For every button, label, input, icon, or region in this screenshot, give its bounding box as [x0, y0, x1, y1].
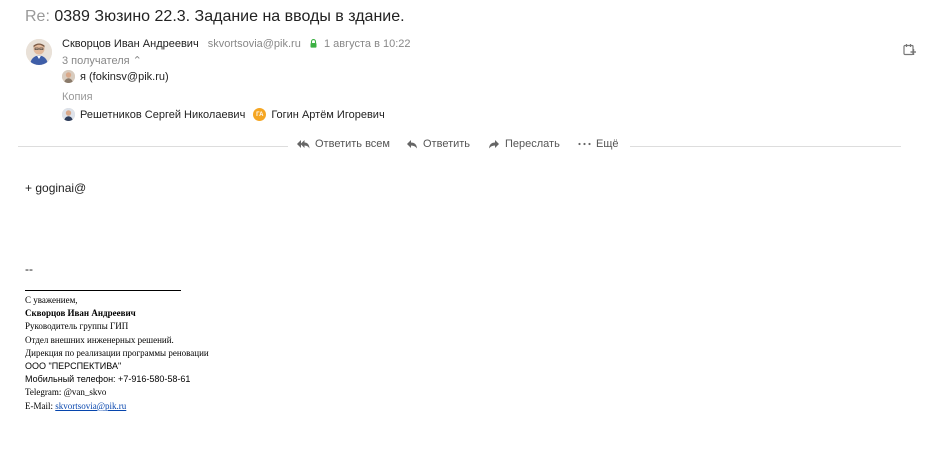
sender-avatar[interactable]	[26, 39, 52, 65]
sender-name[interactable]: Скворцов Иван Андреевич	[62, 38, 199, 50]
recipients-toggle[interactable]: 3 получателя ⌃	[62, 54, 142, 67]
message-body-text: + goginai@	[25, 181, 87, 195]
forward-button[interactable]: Переслать	[484, 138, 564, 150]
sender-line: Скворцов Иван Андреевич skvortsovia@pik.…	[62, 38, 411, 51]
to-recipient[interactable]: я (fokinsv@pik.ru)	[62, 70, 169, 83]
recipient-avatar-icon	[62, 108, 75, 121]
sender-email[interactable]: skvortsovia@pik.ru	[208, 38, 301, 50]
signature-greeting: С уважением,	[25, 295, 78, 305]
cc-recipient[interactable]: Решетников Сергей Николаевич	[62, 108, 245, 121]
message-date: 1 августа в 10:22	[323, 38, 411, 50]
cc-recipient-name: Решетников Сергей Николаевич	[80, 108, 246, 121]
signature: С уважением, Скворцов Иван Андреевич Рук…	[25, 294, 209, 413]
signature-company: ООО "ПЕРСПЕКТИВА"	[25, 361, 122, 372]
forward-label: Переслать	[505, 138, 560, 150]
cc-recipients: Решетников Сергей Николаевич ГА Гогин Ар…	[62, 108, 393, 121]
reply-button[interactable]: Ответить	[402, 138, 475, 150]
signature-telegram: Telegram: @van_skvo	[25, 387, 107, 398]
signature-email-label: E-Mail:	[25, 400, 56, 411]
to-recipient-label: я (fokinsv@pik.ru)	[80, 70, 169, 83]
reply-all-label: Ответить всем	[315, 138, 390, 150]
reply-label: Ответить	[423, 138, 471, 150]
subject-prefix: Re:	[25, 8, 50, 25]
signature-separator: --	[25, 262, 33, 276]
signature-name: Скворцов Иван Андреевич	[25, 308, 136, 319]
reply-all-button[interactable]: Ответить всем	[292, 138, 394, 150]
person-avatar-icon	[26, 39, 52, 65]
more-button[interactable]: Ещё	[574, 138, 623, 150]
recipient-avatar-icon	[62, 70, 75, 83]
reply-all-icon	[297, 140, 310, 149]
signature-directorate: Дирекция по реализации программы реновац…	[25, 347, 209, 358]
cc-recipient[interactable]: ГА Гогин Артём Игоревич	[253, 108, 385, 121]
subject-text: 0389 Зюзино 22.3. Задание на вводы в зда…	[54, 8, 405, 25]
signature-position: Руководитель группы ГИП	[25, 321, 129, 332]
lock-icon	[310, 39, 317, 51]
signature-email-link[interactable]: skvortsovia@pik.ru	[55, 401, 126, 411]
more-label: Ещё	[596, 138, 619, 150]
cc-label: Копия	[62, 91, 93, 103]
add-to-calendar-icon[interactable]	[903, 43, 916, 61]
signature-mobile: Мобильный телефон: +7-916-580-58-61	[25, 374, 191, 385]
initials-avatar: ГА	[253, 108, 267, 121]
message-actions-bar: Ответить всем Ответить Переслать Ещё	[0, 138, 938, 154]
cc-recipient-name: Гогин Артём Игоревич	[271, 108, 385, 121]
signature-rule	[25, 290, 181, 291]
more-icon	[578, 142, 591, 146]
email-subject: Re: 0389 Зюзино 22.3. Задание на вводы в…	[25, 8, 405, 26]
signature-email-line: E-Mail: skvortsovia@pik.ru	[25, 400, 209, 413]
signature-department: Отдел внешних инженерных решений.	[25, 334, 174, 345]
reply-icon	[407, 140, 417, 149]
forward-icon	[489, 140, 499, 149]
